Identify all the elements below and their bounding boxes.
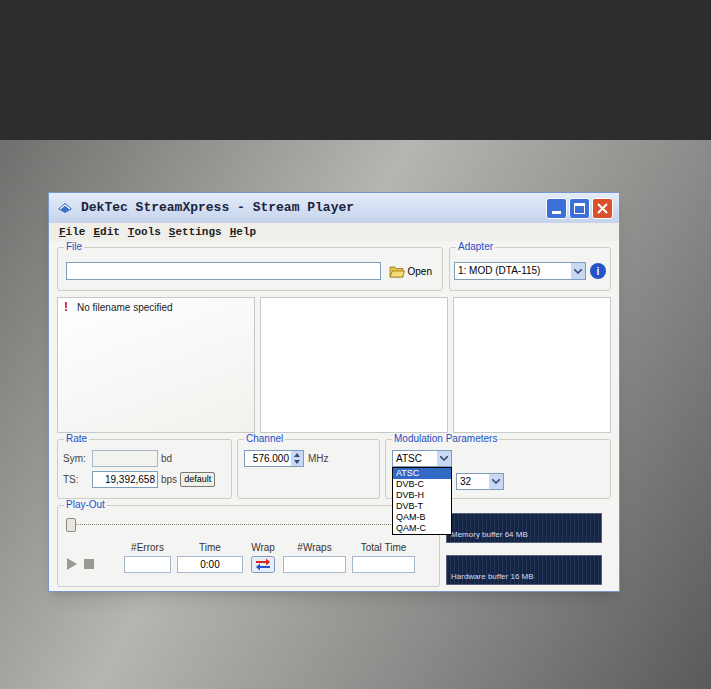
constellation-value: 32	[457, 474, 489, 489]
wrap-toggle[interactable]	[251, 556, 275, 573]
playout-field-group: Total Time	[352, 542, 415, 573]
modulation-group: Modulation Parameters ATSC ATSCDVB-CDVB-…	[385, 439, 611, 499]
playout-field	[124, 556, 171, 573]
info-icon: i	[597, 264, 600, 279]
slider-track	[66, 524, 431, 526]
playout-slider[interactable]	[66, 518, 431, 532]
dropdown-arrow-icon	[492, 479, 500, 484]
slider-thumb[interactable]	[66, 518, 76, 532]
dropdown-option[interactable]: DVB-H	[393, 490, 451, 501]
adapter-group: Adapter 1: MOD (DTA-115) i	[449, 247, 611, 291]
ts-label: TS:	[63, 472, 89, 487]
rate-group: Rate Sym: bd TS: 19,392,658 bps default	[57, 439, 232, 499]
file-group: File Open	[57, 247, 443, 291]
warning-icon: !	[61, 301, 71, 314]
menu-item[interactable]: File	[59, 224, 85, 241]
playout-field	[352, 556, 415, 573]
field-label: #Wraps	[297, 542, 331, 554]
status-message: No filename specified	[77, 301, 173, 314]
playout-field: 0:00	[177, 556, 243, 573]
group-label: Modulation Parameters	[392, 434, 499, 444]
info-button[interactable]: i	[590, 263, 606, 279]
field-label: Time	[199, 542, 221, 554]
playout-field-group: Wrap	[249, 542, 277, 573]
modulation-dropdown[interactable]: ATSC	[392, 450, 452, 467]
dropdown-option[interactable]: QAM-B	[393, 512, 451, 523]
menu-item[interactable]: Help	[230, 224, 256, 241]
constellation-dropdown[interactable]: 32	[456, 473, 504, 490]
sym-label: Sym:	[63, 451, 89, 466]
frequency-value: 576.000	[245, 451, 291, 466]
playout-field-group: Time 0:00	[177, 542, 243, 573]
field-label: Total Time	[361, 542, 407, 554]
playout-field-group: #Errors	[124, 542, 171, 573]
buffer-meter: Memory buffer 64 MB	[446, 513, 602, 543]
sym-unit: bd	[161, 451, 172, 466]
menu-bar: File Edit Tools Settings Help	[49, 223, 619, 241]
window-title: DekTec StreamXpress - Stream Player	[81, 198, 538, 218]
file-path-field[interactable]	[66, 262, 381, 280]
minimize-icon	[552, 211, 561, 214]
sym-field[interactable]	[92, 450, 158, 467]
spin-down-icon[interactable]	[294, 460, 300, 464]
info-panel	[260, 297, 448, 433]
adapter-dropdown[interactable]: 1: MOD (DTA-115)	[454, 262, 586, 280]
menu-item[interactable]: Settings	[169, 224, 222, 241]
field-label: #Errors	[131, 542, 164, 554]
adapter-value: 1: MOD (DTA-115)	[455, 263, 571, 279]
playout-field-group: #Wraps	[283, 542, 346, 573]
channel-group: Channel 576.000 MHz	[237, 439, 380, 499]
buffer-label: Memory buffer 64 MB	[451, 530, 528, 540]
maximize-button[interactable]	[569, 198, 590, 219]
frequency-spinner[interactable]: 576.000	[244, 450, 304, 467]
group-label: Play-Out	[64, 500, 107, 510]
close-button[interactable]	[592, 198, 613, 219]
group-label: Adapter	[456, 242, 495, 252]
dropdown-option[interactable]: DVB-C	[393, 479, 451, 490]
wrap-icon	[251, 556, 275, 573]
open-label: Open	[408, 264, 432, 279]
menu-item[interactable]: Tools	[128, 224, 161, 241]
playout-field	[283, 556, 346, 573]
ts-field[interactable]: 19,392,658	[92, 471, 158, 488]
group-label: Rate	[64, 434, 89, 444]
app-icon	[57, 200, 73, 216]
play-icon[interactable]	[66, 558, 78, 570]
modulation-value: ATSC	[393, 451, 437, 466]
dropdown-option[interactable]: ATSC	[393, 468, 451, 479]
playout-group: Play-Out #ErrorsTime0:00Wrap#WrapsTotal …	[57, 505, 440, 587]
info-panel	[453, 297, 611, 433]
dropdown-list: ATSCDVB-CDVB-HDVB-TQAM-BQAM-C	[392, 467, 452, 535]
stop-icon[interactable]	[84, 559, 94, 569]
app-window: DekTec StreamXpress - Stream Player File…	[48, 192, 620, 592]
dropdown-option[interactable]: DVB-T	[393, 501, 451, 512]
default-button[interactable]: default	[180, 472, 215, 487]
field-label: Wrap	[251, 542, 275, 554]
spin-up-icon[interactable]	[294, 453, 300, 457]
minimize-button[interactable]	[546, 198, 567, 219]
buffer-label: Hardware buffer 16 MB	[451, 572, 534, 582]
close-icon	[597, 203, 608, 214]
group-label: Channel	[244, 434, 285, 444]
dropdown-option[interactable]: QAM-C	[393, 523, 451, 534]
dropdown-arrow-icon	[574, 269, 582, 274]
frequency-unit: MHz	[308, 450, 329, 467]
buffer-meter: Hardware buffer 16 MB	[446, 555, 602, 585]
title-bar[interactable]: DekTec StreamXpress - Stream Player	[49, 193, 619, 223]
dropdown-arrow-icon	[440, 456, 448, 461]
menu-item[interactable]: Edit	[93, 224, 119, 241]
status-panel: ! No filename specified	[57, 297, 255, 433]
ts-unit: bps	[161, 472, 177, 487]
folder-icon	[389, 265, 405, 278]
maximize-icon	[574, 203, 585, 214]
group-label: File	[64, 242, 84, 252]
open-button[interactable]: Open	[387, 262, 434, 280]
